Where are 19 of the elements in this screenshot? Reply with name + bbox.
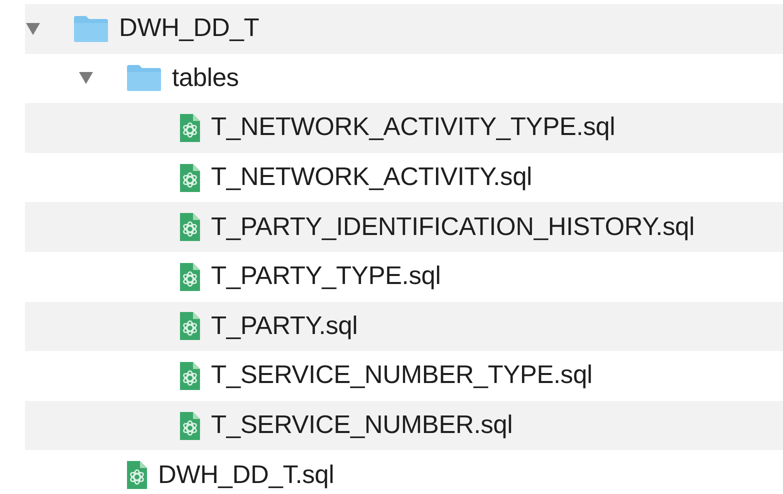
file-name[interactable]: T_NETWORK_ACTIVITY.sql (211, 163, 532, 192)
folder-icon (126, 64, 162, 92)
file-name[interactable]: T_SERVICE_NUMBER_TYPE.sql (211, 361, 592, 390)
file-icon (179, 212, 201, 242)
file-name[interactable]: T_PARTY_TYPE.sql (211, 262, 441, 292)
file-icon (126, 460, 148, 490)
file-icon (179, 112, 201, 143)
expanded-triangle-icon[interactable] (25, 22, 41, 36)
file-icon (179, 360, 201, 391)
expanded-triangle-icon[interactable] (78, 71, 94, 86)
file-icon (179, 162, 201, 193)
file-name[interactable]: DWH_DD_T.sql (158, 460, 334, 490)
file-icon (179, 311, 201, 342)
file-icon (179, 410, 201, 441)
file-icon (179, 262, 201, 292)
folder-name[interactable]: tables (172, 64, 239, 93)
folder-name[interactable]: DWH_DD_T (119, 14, 260, 44)
file-name[interactable]: T_PARTY.sql (211, 312, 358, 341)
folder-icon (73, 14, 109, 43)
